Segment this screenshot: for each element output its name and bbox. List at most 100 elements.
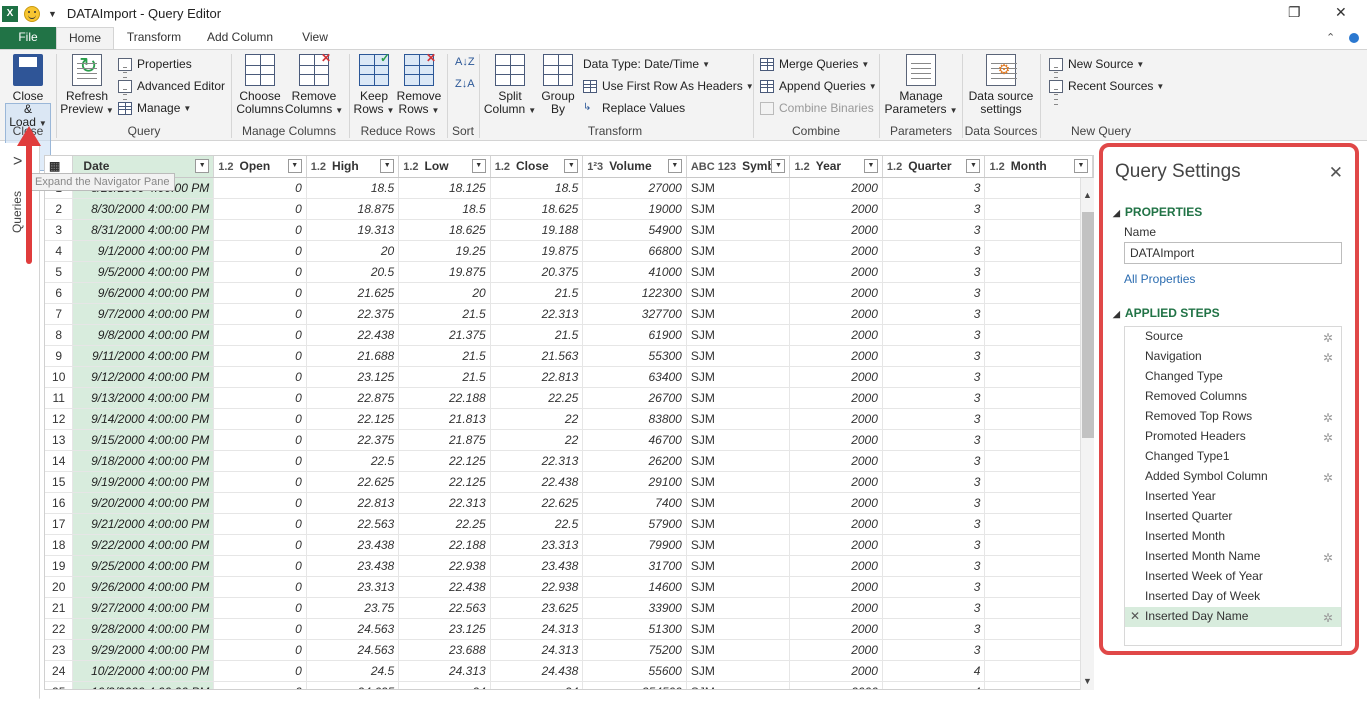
table-cell[interactable]: 22.313 <box>490 450 584 472</box>
replace-values-button[interactable]: ↳ Replace Values <box>583 101 685 115</box>
table-cell[interactable]: 0 <box>213 324 307 346</box>
table-cell[interactable]: 21.5 <box>398 345 491 367</box>
row-number[interactable]: 15 <box>45 471 74 493</box>
table-cell[interactable]: 0 <box>213 555 307 577</box>
table-cell[interactable]: 9/13/2000 4:00:00 PM <box>72 387 215 409</box>
table-cell[interactable]: 66800 <box>582 240 687 262</box>
table-cell[interactable]: 2000 <box>789 408 883 430</box>
table-cell[interactable]: 22.563 <box>398 597 491 619</box>
step-settings-gear-icon[interactable]: ✲ <box>1323 409 1333 428</box>
column-type-icon[interactable]: 1.2 <box>887 161 902 173</box>
choose-columns-button[interactable]: Choose Columns <box>236 54 284 116</box>
table-cell[interactable] <box>984 513 1093 535</box>
table-cell[interactable]: 21.625 <box>306 282 400 304</box>
table-cell[interactable]: SJM <box>686 408 791 430</box>
table-cell[interactable]: 0 <box>213 450 307 472</box>
keep-rows-button[interactable]: Keep Rows▼ <box>354 52 395 117</box>
table-row[interactable]: 21 9/27/2000 4:00:00 PM 0 23.75 22.563 23.625… <box>45 597 1093 619</box>
table-cell[interactable]: 3 <box>882 198 986 220</box>
table-row[interactable]: 12 9/14/2000 4:00:00 PM 0 22.125 21.813 22 838… <box>45 408 1093 430</box>
table-cell[interactable]: SJM <box>686 492 791 514</box>
table-cell[interactable]: 3 <box>882 387 986 409</box>
table-row[interactable]: 14 9/18/2000 4:00:00 PM 0 22.5 22.125 22.313 2… <box>45 450 1093 472</box>
collapse-ribbon-icon[interactable]: ⌃ <box>1326 31 1335 44</box>
table-cell[interactable]: 21.5 <box>398 303 491 325</box>
table-cell[interactable]: 23.438 <box>490 555 584 577</box>
table-cell[interactable]: 2000 <box>789 177 883 199</box>
scroll-thumb[interactable] <box>1082 212 1094 438</box>
table-row[interactable]: 10 9/12/2000 4:00:00 PM 0 23.125 21.5 22.813 6… <box>45 366 1093 388</box>
table-row[interactable]: 9 9/11/2000 4:00:00 PM 0 21.688 21.5 21.563 55… <box>45 345 1093 367</box>
table-cell[interactable]: 23.75 <box>306 597 400 619</box>
tab-transform[interactable]: Transform <box>120 27 188 49</box>
table-cell[interactable]: 3 <box>882 366 986 388</box>
row-number[interactable]: 18 <box>45 534 74 556</box>
table-cell[interactable]: SJM <box>686 345 791 367</box>
merge-queries-button[interactable]: Merge Queries ▼ <box>760 57 869 71</box>
use-first-row-headers-button[interactable]: Use First Row As Headers ▼ <box>583 79 754 93</box>
tab-file[interactable]: File <box>0 27 56 49</box>
table-cell[interactable]: 2000 <box>789 576 883 598</box>
table-cell[interactable] <box>984 366 1093 388</box>
table-cell[interactable] <box>984 597 1093 619</box>
row-number[interactable]: 13 <box>45 429 74 451</box>
table-cell[interactable]: SJM <box>686 471 791 493</box>
table-cell[interactable]: 22.188 <box>398 534 491 556</box>
table-cell[interactable]: 0 <box>213 408 307 430</box>
table-cell[interactable]: 2000 <box>789 303 883 325</box>
table-cell[interactable]: 0 <box>213 345 307 367</box>
table-cell[interactable]: 2000 <box>789 618 883 640</box>
table-cell[interactable]: 3 <box>882 303 986 325</box>
table-cell[interactable]: 3 <box>882 639 986 661</box>
table-cell[interactable] <box>984 261 1093 283</box>
table-cell[interactable]: 10/2/2000 4:00:00 PM <box>72 660 215 682</box>
table-cell[interactable]: SJM <box>686 513 791 535</box>
applied-steps-section-header[interactable]: ◢ APPLIED STEPS <box>1113 306 1220 320</box>
table-cell[interactable]: 57900 <box>582 513 687 535</box>
row-number[interactable]: 21 <box>45 597 74 619</box>
table-cell[interactable]: 9/14/2000 4:00:00 PM <box>72 408 215 430</box>
table-cell[interactable]: 20.375 <box>490 261 584 283</box>
tab-view[interactable]: View <box>292 27 338 49</box>
table-cell[interactable]: 354500 <box>582 681 687 689</box>
table-row[interactable]: 4 9/1/2000 4:00:00 PM 0 20 19.25 19.875 66800 S… <box>45 240 1093 262</box>
table-cell[interactable]: 9/11/2000 4:00:00 PM <box>72 345 215 367</box>
table-cell[interactable]: 9/7/2000 4:00:00 PM <box>72 303 215 325</box>
data-type-dropdown[interactable]: Data Type: Date/Time ▼ <box>583 57 710 71</box>
table-cell[interactable]: 21.5 <box>398 366 491 388</box>
table-cell[interactable]: 9/19/2000 4:00:00 PM <box>72 471 215 493</box>
refresh-preview-button[interactable]: Refresh Preview▼ <box>60 54 114 117</box>
column-type-icon[interactable]: 1.2 <box>311 161 326 173</box>
table-cell[interactable]: 2000 <box>789 639 883 661</box>
table-cell[interactable]: 2000 <box>789 282 883 304</box>
applied-step[interactable]: Inserted Week of Year <box>1125 567 1341 587</box>
table-cell[interactable]: SJM <box>686 387 791 409</box>
table-cell[interactable]: 21.5 <box>490 282 584 304</box>
table-cell[interactable]: 21.5 <box>490 324 584 346</box>
table-cell[interactable]: 2000 <box>789 429 883 451</box>
table-cell[interactable]: 21.688 <box>306 345 400 367</box>
filter-dropdown-icon[interactable]: ▼ <box>471 159 486 173</box>
table-row[interactable]: 20 9/26/2000 4:00:00 PM 0 23.313 22.438 22.93… <box>45 576 1093 598</box>
table-cell[interactable] <box>984 471 1093 493</box>
step-settings-gear-icon[interactable]: ✲ <box>1323 329 1333 348</box>
append-queries-button[interactable]: Append Queries ▼ <box>760 79 877 93</box>
table-cell[interactable]: 3 <box>882 429 986 451</box>
table-cell[interactable] <box>984 534 1093 556</box>
row-number[interactable]: 14 <box>45 450 74 472</box>
row-number[interactable]: 17 <box>45 513 74 535</box>
table-cell[interactable]: 3 <box>882 282 986 304</box>
table-cell[interactable]: 3 <box>882 513 986 535</box>
split-column-button[interactable]: Split Column ▼ <box>484 54 536 117</box>
table-cell[interactable]: 2000 <box>789 513 883 535</box>
table-cell[interactable]: 3 <box>882 345 986 367</box>
row-number[interactable]: 7 <box>45 303 74 325</box>
table-cell[interactable]: 23.313 <box>306 576 400 598</box>
table-cell[interactable]: 18.625 <box>490 198 584 220</box>
new-source-button[interactable]: New Source ▼ <box>1049 57 1144 71</box>
expand-chevron-icon[interactable]: > <box>13 153 22 171</box>
table-cell[interactable] <box>984 219 1093 241</box>
table-cell[interactable]: 10/3/2000 4:00:00 PM <box>72 681 215 689</box>
table-cell[interactable]: 2000 <box>789 324 883 346</box>
restore-button[interactable]: ❐ <box>1288 4 1301 21</box>
